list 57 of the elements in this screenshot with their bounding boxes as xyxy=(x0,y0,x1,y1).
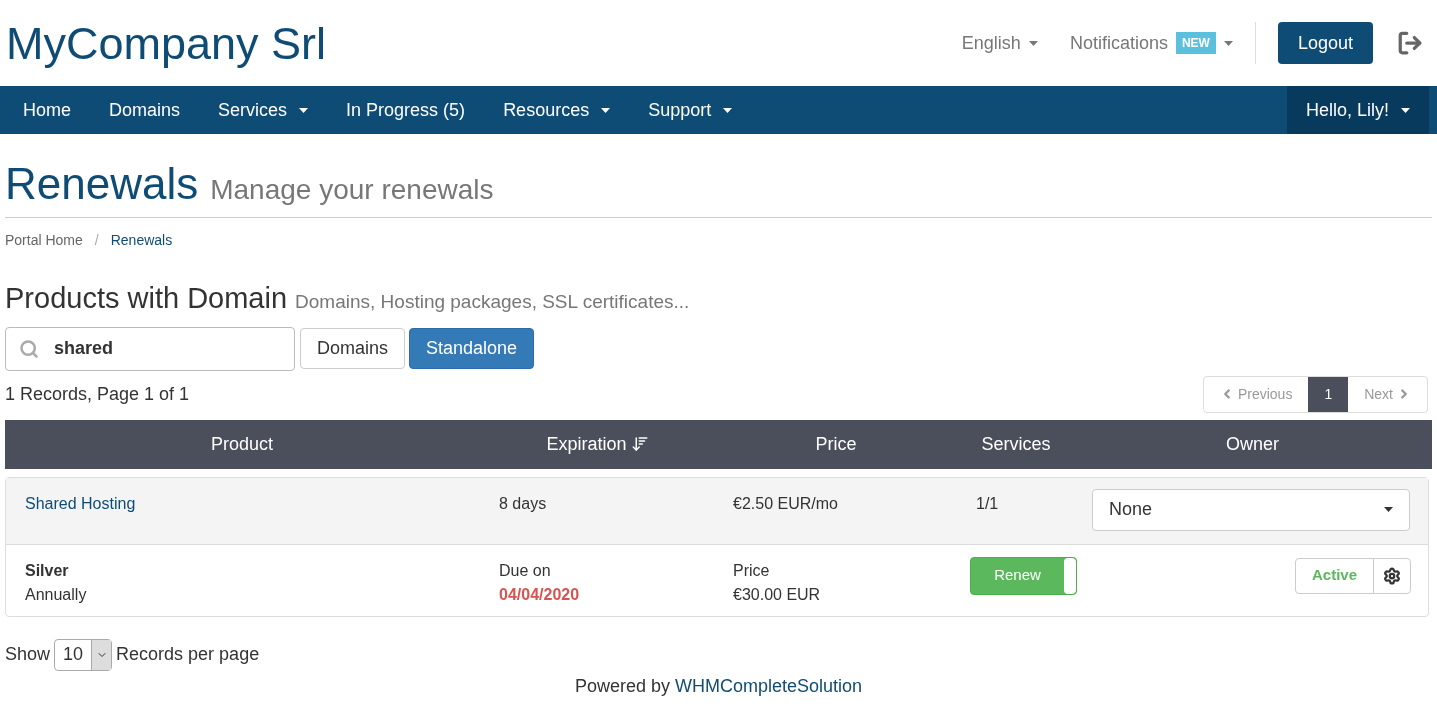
new-badge: NEW xyxy=(1175,32,1216,54)
search-icon xyxy=(19,338,39,359)
brand-logo[interactable]: MyCompany Srl xyxy=(6,20,327,66)
filter-button[interactable]: Standalone xyxy=(409,328,535,369)
item-name: Silver xyxy=(25,560,70,581)
section-title: Products with Domain xyxy=(5,281,288,316)
nav-item[interactable]: Support xyxy=(629,86,752,134)
records-summary: 1 Records, Page 1 of 1 xyxy=(5,382,190,406)
caret-icon xyxy=(1384,507,1393,512)
caret-icon xyxy=(299,107,309,113)
page-button[interactable]: 1 xyxy=(1308,376,1349,412)
show-label: Show xyxy=(5,643,51,666)
table-cell-text: €2.50 EUR/mo xyxy=(732,493,839,514)
breadcrumb-link[interactable]: Renewals xyxy=(110,230,173,251)
nav-item[interactable]: Resources xyxy=(484,86,630,134)
due-date: 04/04/2020 xyxy=(499,584,581,605)
caret-icon xyxy=(723,107,733,113)
table-cell-text: 1/1 xyxy=(975,493,1000,514)
caret-icon xyxy=(1028,40,1038,46)
records-per-page-label: Records per page xyxy=(116,643,260,666)
logout-icon[interactable] xyxy=(1397,30,1423,56)
product-link[interactable]: Shared Hosting xyxy=(6,477,480,544)
page-size-select[interactable]: 10 xyxy=(54,638,113,671)
nav-item[interactable]: In Progress (5) xyxy=(327,86,485,134)
settings-icon xyxy=(1383,566,1401,585)
caret-icon xyxy=(601,107,611,113)
caret-icon xyxy=(1223,40,1233,46)
logout-button[interactable]: Logout xyxy=(1277,22,1373,64)
search-field[interactable]: shared xyxy=(5,326,295,371)
billing-cycle: Annually xyxy=(25,584,88,605)
notifications-menu[interactable]: Notifications NEW xyxy=(1069,29,1233,57)
breadcrumb-link[interactable]: Portal Home xyxy=(5,230,83,251)
section-subtitle: Domains, Hosting packages, SSL certificates... xyxy=(295,290,690,314)
filter-button[interactable]: Domains xyxy=(300,328,406,369)
user-menu[interactable]: Hello, Lily! xyxy=(1286,86,1429,134)
due-label: Due on xyxy=(499,560,552,581)
table-cell-text: 8 days xyxy=(498,493,548,514)
price-label: Price xyxy=(733,560,771,581)
status-label: Active xyxy=(1295,558,1374,593)
item-price: €30.00 EUR xyxy=(733,584,822,605)
column-header[interactable]: Product xyxy=(5,430,479,458)
sort-icon xyxy=(630,435,649,453)
caret-icon xyxy=(1401,107,1410,113)
breadcrumb-separator: / xyxy=(94,231,99,250)
nav-item[interactable]: Services xyxy=(199,86,328,134)
nav-item[interactable]: Home xyxy=(4,86,90,134)
nav-item[interactable]: Domains xyxy=(90,86,200,134)
column-header[interactable]: Owner xyxy=(1076,430,1429,458)
column-header[interactable]: Expiration xyxy=(479,430,716,458)
page-title: Renewals xyxy=(5,162,199,206)
owner-select[interactable]: None xyxy=(1092,488,1410,531)
column-header[interactable]: Price xyxy=(716,430,956,458)
page-subtitle: Manage your renewals xyxy=(210,173,494,207)
column-header[interactable]: Services xyxy=(956,430,1076,458)
language-menu[interactable]: English xyxy=(961,29,1038,57)
footer-text: Powered by xyxy=(574,674,670,698)
footer-link[interactable]: WHMCompleteSolution xyxy=(675,672,863,700)
